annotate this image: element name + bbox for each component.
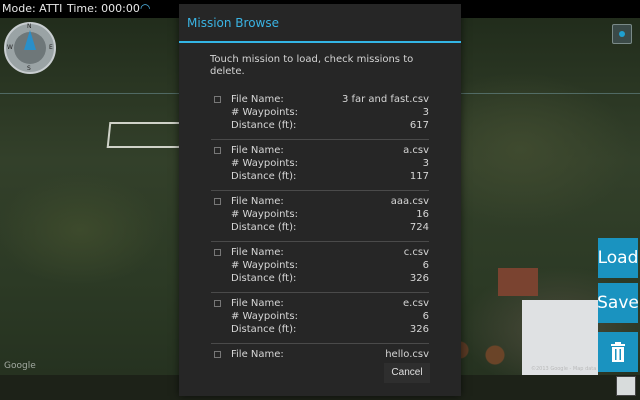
mission-item[interactable]: File Name: hello.csv (211, 344, 429, 364)
file-name-value: a.csv (403, 145, 429, 156)
distance-value: 326 (409, 324, 429, 335)
map-field-marking (106, 122, 184, 148)
waypoints-label: # Waypoints: (231, 311, 298, 322)
file-name-label: File Name: (231, 349, 284, 360)
waypoints-label: # Waypoints: (231, 107, 298, 118)
mission-list: File Name: 3 far and fast.csv # Waypoints… (211, 89, 429, 364)
file-name-value: aaa.csv (390, 196, 429, 207)
waypoints-value: 16 (416, 209, 429, 220)
cancel-button[interactable]: Cancel (384, 363, 430, 383)
mission-checkbox[interactable] (214, 249, 221, 256)
waypoints-label: # Waypoints: (231, 260, 298, 271)
map-roof (498, 268, 538, 296)
dialog-instructions: Touch mission to load, check missions to… (210, 54, 414, 77)
file-name-value: hello.csv (385, 349, 429, 360)
map-copyright: ©2013 Google - Map data (531, 366, 597, 372)
compass-west-label: W (7, 44, 13, 51)
waypoints-value: 6 (422, 311, 429, 322)
file-name-label: File Name: (231, 298, 284, 309)
mission-item[interactable]: File Name: e.csv # Waypoints: 6 Distance (… (211, 293, 429, 344)
mission-browse-dialog: Mission Browse Touch mission to load, ch… (179, 4, 461, 396)
distance-label: Distance (ft): (231, 273, 297, 284)
file-name-value: e.csv (403, 298, 429, 309)
waypoints-value: 6 (422, 260, 429, 271)
google-attribution: Google (4, 361, 36, 371)
map-type-button[interactable] (616, 376, 636, 396)
flight-time-text: Time: 000:00 (67, 2, 140, 15)
mission-checkbox[interactable] (214, 198, 221, 205)
compass-east-label: E (49, 44, 53, 51)
wifi-icon: ◠ (140, 1, 151, 15)
delete-button[interactable] (598, 332, 638, 372)
save-button[interactable]: Save (597, 283, 639, 323)
waypoints-label: # Waypoints: (231, 209, 298, 220)
waypoints-value: 3 (422, 158, 429, 169)
distance-label: Distance (ft): (231, 120, 297, 131)
mission-checkbox[interactable] (214, 300, 221, 307)
mission-item[interactable]: File Name: a.csv # Waypoints: 3 Distance (… (211, 140, 429, 191)
distance-label: Distance (ft): (231, 324, 297, 335)
file-name-value: c.csv (403, 247, 429, 258)
mission-item[interactable]: File Name: c.csv # Waypoints: 6 Distance (… (211, 242, 429, 293)
distance-value: 117 (409, 171, 429, 182)
compass-needle-icon (24, 30, 36, 50)
compass-widget[interactable]: N E S W (4, 22, 56, 74)
mission-checkbox[interactable] (214, 96, 221, 103)
compass-north-label: N (27, 23, 32, 30)
dialog-title: Mission Browse (187, 16, 279, 30)
mission-item[interactable]: File Name: 3 far and fast.csv # Waypoints… (211, 89, 429, 140)
trash-icon (611, 342, 625, 362)
distance-label: Distance (ft): (231, 171, 297, 182)
file-name-label: File Name: (231, 145, 284, 156)
distance-value: 724 (409, 222, 429, 233)
compass-south-label: S (27, 65, 31, 72)
title-divider (179, 41, 461, 43)
file-name-label: File Name: (231, 196, 284, 207)
file-name-label: File Name: (231, 94, 284, 105)
file-name-value: 3 far and fast.csv (341, 94, 429, 105)
mission-item[interactable]: File Name: aaa.csv # Waypoints: 16 Distanc… (211, 191, 429, 242)
waypoints-label: # Waypoints: (231, 158, 298, 169)
distance-label: Distance (ft): (231, 222, 297, 233)
map-building (522, 300, 598, 375)
distance-value: 617 (409, 120, 429, 131)
file-name-label: File Name: (231, 247, 284, 258)
flight-mode-text: Mode: ATTI (2, 2, 63, 15)
load-button[interactable]: Load (598, 238, 638, 278)
distance-value: 326 (409, 273, 429, 284)
mission-checkbox[interactable] (214, 351, 221, 358)
waypoints-value: 3 (422, 107, 429, 118)
mission-checkbox[interactable] (214, 147, 221, 154)
location-button[interactable] (612, 24, 632, 44)
